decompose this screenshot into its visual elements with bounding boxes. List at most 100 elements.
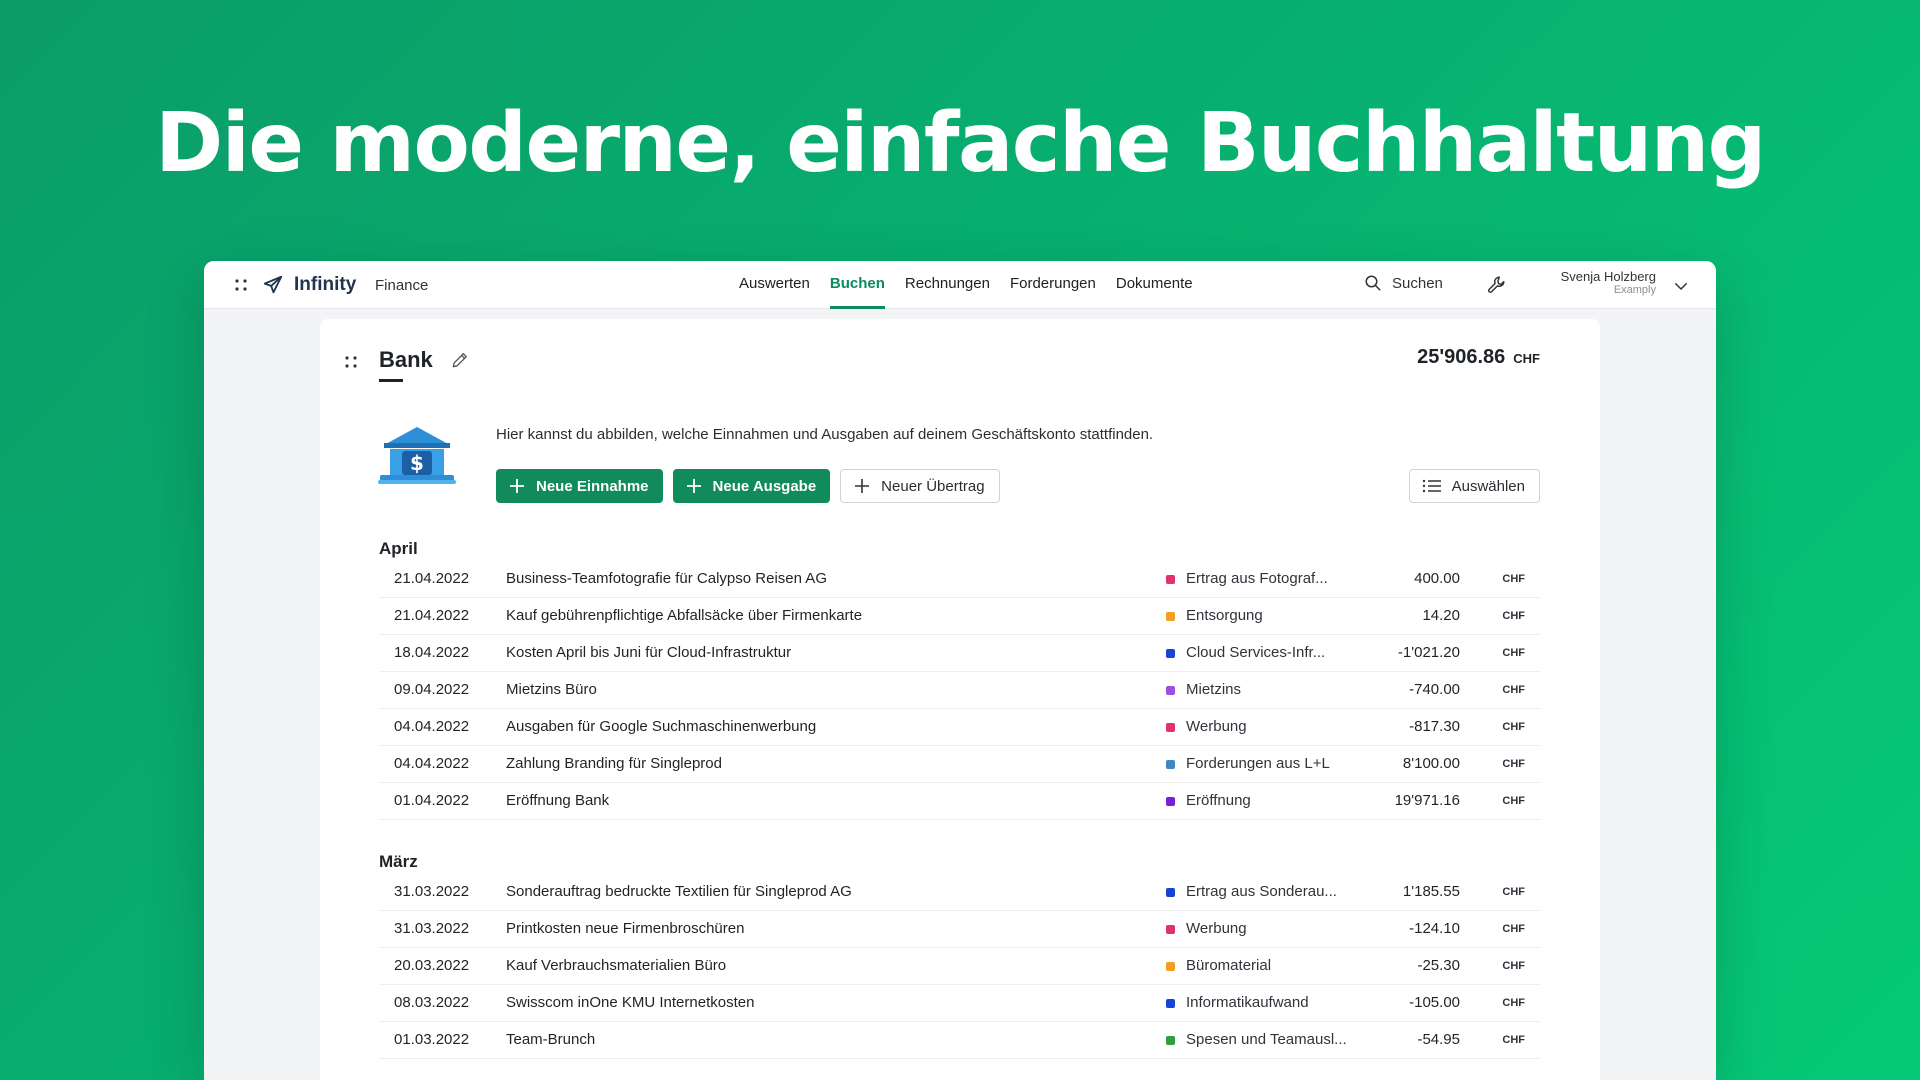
transaction-row[interactable]: 21.04.2022 Kauf gebührenpflichtige Abfall… bbox=[379, 598, 1540, 635]
search-button[interactable]: Suchen bbox=[1364, 274, 1443, 292]
svg-text:$: $ bbox=[410, 451, 424, 475]
user-menu[interactable]: Svenja Holzberg Examply bbox=[1546, 269, 1656, 296]
category-color-dot bbox=[1166, 797, 1175, 806]
transaction-currency: CHF bbox=[1502, 997, 1525, 1009]
transaction-currency: CHF bbox=[1502, 886, 1525, 898]
transaction-category: Ertrag aus Sonderau... bbox=[1186, 883, 1337, 900]
transaction-row[interactable]: 01.03.2022 Team-Brunch Spesen und Teamausl… bbox=[379, 1022, 1540, 1059]
app-window: Infinity Finance Auswerten Buchen Rechnu… bbox=[204, 261, 1716, 1080]
transaction-amount: -740.00 bbox=[1409, 681, 1460, 698]
transaction-description: Zahlung Branding für Singleprod bbox=[506, 755, 722, 772]
category-color-dot bbox=[1166, 649, 1175, 658]
transaction-row[interactable]: 04.04.2022 Ausgaben für Google Suchmaschi… bbox=[379, 709, 1540, 746]
transaction-currency: CHF bbox=[1502, 647, 1525, 659]
transaction-currency: CHF bbox=[1502, 684, 1525, 696]
transaction-row[interactable]: 18.04.2022 Kosten April bis Juni für Clou… bbox=[379, 635, 1540, 672]
transaction-date: 20.03.2022 bbox=[394, 957, 470, 974]
transaction-amount: -54.95 bbox=[1417, 1031, 1460, 1048]
account-title: Bank bbox=[379, 347, 433, 372]
transaction-date: 01.03.2022 bbox=[394, 1031, 470, 1048]
account-description: Hier kannst du abbilden, welche Einnahme… bbox=[496, 426, 1154, 443]
apps-grid-icon[interactable] bbox=[234, 278, 248, 292]
transaction-category: Informatikaufwand bbox=[1186, 994, 1309, 1011]
action-buttons: Neue Einnahme Neue Ausgabe Neuer Übertra… bbox=[496, 469, 1000, 503]
transaction-amount: 8'100.00 bbox=[1402, 755, 1460, 772]
nav-rechnungen[interactable]: Rechnungen bbox=[895, 261, 1000, 309]
transaction-amount: -817.30 bbox=[1409, 718, 1460, 735]
transaction-amount: -25.30 bbox=[1417, 957, 1460, 974]
module-name: Finance bbox=[375, 277, 429, 294]
transaction-description: Team-Brunch bbox=[506, 1031, 596, 1048]
new-income-button[interactable]: Neue Einnahme bbox=[496, 469, 663, 503]
transaction-currency: CHF bbox=[1502, 758, 1525, 770]
transaction-category: Spesen und Teamausl... bbox=[1186, 1031, 1347, 1048]
transaction-row[interactable]: 31.03.2022 Printkosten neue Firmenbroschü… bbox=[379, 911, 1540, 948]
transaction-row[interactable]: 31.03.2022 Sonderauftrag bedruckte Textil… bbox=[379, 874, 1540, 911]
title-underline bbox=[379, 379, 403, 382]
transaction-row[interactable]: 09.04.2022 Mietzins Büro Mietzins -740.00 CH… bbox=[379, 672, 1540, 709]
transaction-description: Mietzins Büro bbox=[506, 681, 597, 698]
category-color-dot bbox=[1166, 1036, 1175, 1045]
chevron-down-icon[interactable] bbox=[1672, 277, 1690, 295]
balance-currency: CHF bbox=[1513, 351, 1540, 366]
user-organization: Examply bbox=[1613, 284, 1656, 296]
transaction-description: Kauf gebührenpflichtige Abfallsäcke über… bbox=[506, 607, 863, 624]
category-color-dot bbox=[1166, 575, 1175, 584]
bank-building-icon: $ bbox=[378, 427, 456, 484]
transaction-description: Ausgaben für Google Suchmaschinenwerbung bbox=[506, 718, 817, 735]
list-icon bbox=[1422, 479, 1441, 493]
search-label: Suchen bbox=[1392, 274, 1443, 292]
brand-name[interactable]: Infinity bbox=[294, 274, 356, 296]
transaction-description: Swisscom inOne KMU Internetkosten bbox=[506, 994, 755, 1011]
transaction-row[interactable]: 01.04.2022 Eröffnung Bank Eröffnung 19'971.… bbox=[379, 783, 1540, 820]
transaction-amount: -105.00 bbox=[1409, 994, 1460, 1011]
transaction-date: 18.04.2022 bbox=[394, 644, 470, 661]
transaction-description: Business-Teamfotografie für Calypso Reis… bbox=[506, 570, 827, 587]
wrench-icon[interactable] bbox=[1486, 274, 1508, 296]
category-color-dot bbox=[1166, 888, 1175, 897]
transaction-row[interactable]: 08.03.2022 Swisscom inOne KMU Internetkos… bbox=[379, 985, 1540, 1022]
transaction-date: 31.03.2022 bbox=[394, 883, 470, 900]
top-bar: Infinity Finance Auswerten Buchen Rechnu… bbox=[204, 261, 1716, 309]
nav-dokumente[interactable]: Dokumente bbox=[1106, 261, 1203, 309]
plus-icon bbox=[510, 479, 524, 493]
new-expense-label: Neue Ausgabe bbox=[712, 477, 817, 495]
transaction-amount: 19'971.16 bbox=[1394, 792, 1460, 809]
transaction-amount: 400.00 bbox=[1414, 570, 1460, 587]
drag-handle-icon[interactable] bbox=[344, 355, 358, 369]
category-color-dot bbox=[1166, 723, 1175, 732]
select-button[interactable]: Auswählen bbox=[1408, 469, 1540, 503]
transaction-date: 31.03.2022 bbox=[394, 920, 470, 937]
transaction-row[interactable]: 21.04.2022 Business-Teamfotografie für Ca… bbox=[379, 561, 1540, 598]
transaction-list-maerz: 31.03.2022 Sonderauftrag bedruckte Textil… bbox=[379, 874, 1540, 1059]
new-expense-button[interactable]: Neue Ausgabe bbox=[672, 469, 831, 503]
account-balance: 25'906.86 CHF bbox=[1417, 346, 1540, 369]
new-transfer-button[interactable]: Neuer Übertrag bbox=[840, 469, 1000, 503]
transaction-currency: CHF bbox=[1502, 923, 1525, 935]
transaction-row[interactable]: 04.04.2022 Zahlung Branding für Singlepro… bbox=[379, 746, 1540, 783]
category-color-dot bbox=[1166, 925, 1175, 934]
transaction-description: Printkosten neue Firmenbroschüren bbox=[506, 920, 745, 937]
section-heading-maerz: März bbox=[379, 852, 418, 871]
transaction-description: Kosten April bis Juni für Cloud-Infrastr… bbox=[506, 644, 792, 661]
transaction-currency: CHF bbox=[1502, 610, 1525, 622]
transaction-date: 04.04.2022 bbox=[394, 718, 470, 735]
transaction-amount: -1'021.20 bbox=[1397, 644, 1460, 661]
search-icon bbox=[1365, 275, 1381, 291]
transaction-currency: CHF bbox=[1502, 795, 1525, 807]
pencil-icon[interactable] bbox=[450, 350, 470, 370]
transaction-currency: CHF bbox=[1502, 1034, 1525, 1046]
nav-auswerten[interactable]: Auswerten bbox=[729, 261, 820, 309]
nav-buchen[interactable]: Buchen bbox=[820, 261, 895, 309]
transaction-description: Sonderauftrag bedruckte Textilien für Si… bbox=[506, 883, 852, 900]
transaction-list-april: 21.04.2022 Business-Teamfotografie für Ca… bbox=[379, 561, 1540, 820]
transaction-date: 01.04.2022 bbox=[394, 792, 470, 809]
transaction-date: 04.04.2022 bbox=[394, 755, 470, 772]
transaction-row[interactable]: 20.03.2022 Kauf Verbrauchsmaterialien Bür… bbox=[379, 948, 1540, 985]
category-color-dot bbox=[1166, 686, 1175, 695]
nav-forderungen[interactable]: Forderungen bbox=[1000, 261, 1106, 309]
bank-panel: Bank 25'906.86 CHF $ Hier kannst du abbil… bbox=[320, 319, 1600, 1080]
transaction-amount: 14.20 bbox=[1422, 607, 1460, 624]
transaction-category: Werbung bbox=[1186, 718, 1247, 735]
transaction-amount: 1'185.55 bbox=[1402, 883, 1460, 900]
